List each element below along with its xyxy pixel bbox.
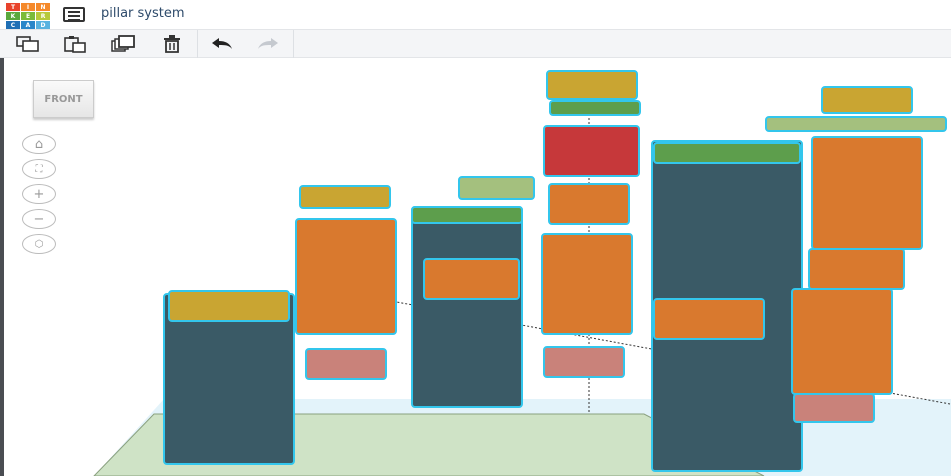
separator (197, 30, 198, 58)
undo-button[interactable] (207, 33, 237, 55)
paste-icon (64, 36, 86, 53)
selected-shape[interactable] (411, 206, 523, 224)
selected-shape[interactable] (765, 116, 947, 132)
selected-shape[interactable] (295, 218, 397, 335)
logo-letter: C (6, 21, 20, 29)
selected-shape[interactable] (791, 288, 893, 395)
paste-button[interactable] (60, 33, 90, 55)
workplane-viewport[interactable] (4, 59, 951, 476)
copy-icon (16, 36, 39, 52)
view-cube-front-label: FRONT (44, 93, 83, 105)
plus-icon: + (33, 186, 45, 202)
view-cube[interactable]: FRONT (33, 80, 94, 118)
trash-icon (164, 35, 180, 53)
separator (293, 30, 294, 58)
design-list-button[interactable] (63, 7, 85, 22)
selected-shape[interactable] (546, 70, 638, 100)
delete-button[interactable] (157, 33, 187, 55)
selected-shape[interactable] (653, 298, 765, 340)
minus-icon: − (33, 211, 45, 227)
selected-shape[interactable] (543, 125, 640, 177)
selected-shape[interactable] (811, 136, 923, 250)
redo-button[interactable] (253, 33, 283, 55)
selected-shape[interactable] (543, 346, 625, 378)
selected-shape[interactable] (541, 233, 633, 335)
logo-letter: R (36, 12, 50, 20)
logo-letter: T (6, 3, 20, 11)
selected-shape[interactable] (423, 258, 520, 300)
home-icon: ⌂ (34, 136, 44, 152)
selected-shape[interactable] (411, 206, 523, 408)
selected-shape[interactable] (299, 185, 391, 209)
selected-shape[interactable] (305, 348, 387, 380)
selected-shape[interactable] (808, 248, 905, 290)
undo-icon (212, 38, 232, 49)
selected-shape[interactable] (548, 183, 630, 225)
selected-shape[interactable] (549, 100, 641, 116)
selected-shape[interactable] (821, 86, 913, 114)
zoom-out-button[interactable]: − (22, 209, 56, 229)
logo-letter: K (6, 12, 20, 20)
logo-letter: I (21, 3, 35, 11)
duplicate-button[interactable] (108, 33, 138, 55)
logo-letter: E (21, 12, 35, 20)
zoom-in-button[interactable]: + (22, 184, 56, 204)
toolbar (0, 30, 951, 58)
logo-letter: A (21, 21, 35, 29)
selected-shape[interactable] (458, 176, 535, 200)
logo-letter: D (36, 21, 50, 29)
selected-shape[interactable] (168, 290, 290, 322)
selected-shape[interactable] (793, 393, 875, 423)
logo-letter: N (36, 3, 50, 11)
redo-icon (258, 38, 278, 49)
orthographic-button[interactable]: ⬡ (22, 234, 56, 254)
top-bar: TIN KER CAD pillar system (0, 0, 951, 30)
tinkercad-logo[interactable]: TIN KER CAD (6, 3, 50, 29)
cube-icon: ⬡ (34, 238, 44, 250)
duplicate-icon (111, 35, 135, 52)
home-view-button[interactable]: ⌂ (22, 134, 56, 154)
fit-all-button[interactable]: ⛶ (22, 159, 56, 179)
design-title[interactable]: pillar system (101, 6, 185, 21)
fit-icon: ⛶ (35, 163, 43, 175)
selected-shape[interactable] (653, 142, 801, 164)
copy-button[interactable] (13, 33, 43, 55)
